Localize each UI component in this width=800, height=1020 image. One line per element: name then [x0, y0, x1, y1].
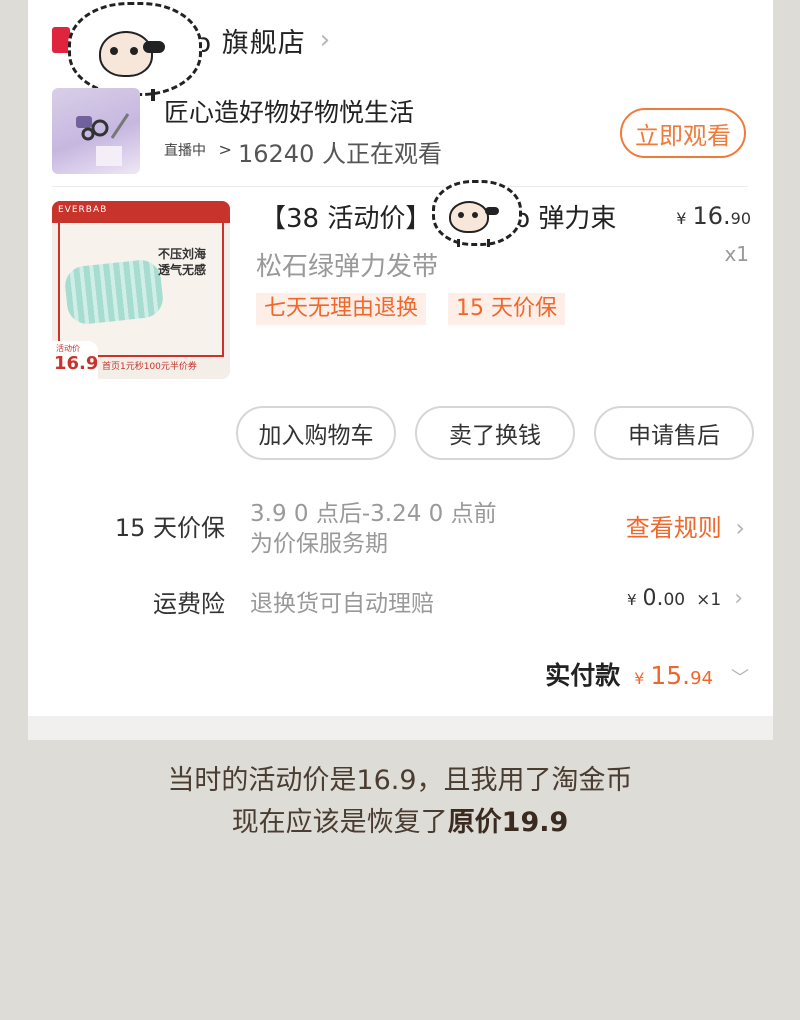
divider [52, 186, 748, 187]
product-image-brand: EVERBAB [58, 205, 108, 215]
product-quantity: x1 [724, 242, 749, 266]
caption-line-2-plain: 现在应该是恢复了 [231, 807, 448, 838]
sheep-ear [485, 207, 499, 215]
after-sales-button[interactable]: 申请售后 [594, 406, 754, 460]
live-status-text: 直播中 [164, 143, 206, 159]
product-title-text: 【38 活动价】 [260, 204, 432, 234]
price-protect-label: 15 天价保 [114, 514, 225, 542]
live-viewer-count: 16240 人正在观看 [238, 140, 442, 168]
chevron-right-icon: › [734, 586, 743, 611]
caption-line-2: 现在应该是恢复了原价19.9 [0, 800, 800, 839]
product-image-banner: EVERBAB [52, 201, 230, 223]
price-int: 16. [692, 202, 731, 230]
chevron-down-icon: ﹀ [731, 668, 749, 689]
live-status-tag: 直播中 > [164, 140, 232, 160]
product-slogan-1: 不压刘海 [158, 247, 207, 261]
total-paid-label: 实付款 [545, 661, 621, 690]
tag-seven-day-return: 七天无理由退换 [256, 293, 427, 325]
insurance-qty: ×1 [696, 590, 722, 610]
caption-line-2-bold: 原价19.9 [447, 807, 569, 838]
shipping-insurance-price[interactable]: ¥0.00 ×1 › [627, 586, 743, 611]
total-symbol: ¥ [634, 669, 645, 688]
product-image[interactable]: EVERBAB 不压刘海 透气无感 活动价 16.9 首页1元秒100元半价券 [52, 201, 230, 379]
sheep-eye-left [110, 47, 118, 55]
sheep-face [449, 201, 489, 233]
view-rules-text: 查看规则 [625, 514, 722, 542]
price-dec: 00 [663, 590, 686, 610]
badge-price: 16.9 [54, 353, 99, 374]
shipping-insurance-label: 运费险 [153, 590, 225, 618]
live-title: 匠心造好物好物悦生活 [164, 98, 415, 127]
price-symbol: ¥ [676, 209, 687, 228]
price-protect-period-note: 为价保服务期 [250, 531, 388, 557]
total-dec: 94 [690, 668, 714, 689]
product-slogan-2: 透气无感 [158, 263, 207, 277]
chevron-right-icon: > [218, 140, 232, 159]
store-name: b 旗舰店 [194, 27, 306, 59]
card-footer-strip [28, 716, 773, 740]
live-thumbnail[interactable] [52, 88, 140, 174]
order-card: b 旗舰店 › 匠心造好物好物悦生活 直播中 > 16240 人正在观看 立即观… [28, 0, 773, 740]
sheep-leg [151, 89, 155, 101]
view-rules-link[interactable]: 查看规则 › [626, 508, 745, 543]
product-variant: 松石绿弹力发带 [256, 252, 439, 282]
price-symbol: ¥ [626, 591, 637, 609]
price-protect-period: 3.9 0 点后-3.24 0 点前 [250, 501, 497, 527]
caption-line-1: 当时的活动价是16.9，且我用了淘金币 [167, 765, 633, 796]
sheep-face [99, 31, 153, 77]
chevron-right-icon: › [735, 514, 745, 542]
sheep-leg [457, 239, 460, 247]
product-price-badge: 活动价 16.9 [52, 341, 98, 379]
shipping-insurance-desc: 退换货可自动理赔 [250, 591, 434, 617]
add-to-cart-button[interactable]: 加入购物车 [236, 406, 396, 460]
product-headband [63, 258, 165, 326]
sheep-sticker-icon [68, 2, 202, 101]
sheep-leg [487, 239, 490, 247]
live-thumbnail-image [76, 113, 130, 166]
total-paid-row[interactable]: 实付款 ¥15.94 ﹀ [545, 656, 749, 692]
sheep-ear [143, 41, 165, 53]
sheep-sticker-icon [432, 180, 522, 247]
total-int: 15. [650, 661, 691, 690]
coupon-strip: 首页1元秒100元半价券 [102, 362, 197, 372]
product-title-tail: b 弹力束 [513, 204, 617, 234]
sheep-eye-right [472, 212, 478, 218]
price-int: 0. [642, 586, 664, 611]
product-price: ¥16.90 [676, 202, 751, 230]
tag-price-protect: 15 天价保 [448, 293, 565, 325]
price-dec: 90 [730, 209, 751, 228]
sheep-eye-left [458, 212, 464, 218]
chevron-right-icon: › [319, 25, 331, 55]
resell-button[interactable]: 卖了换钱 [415, 406, 575, 460]
sheep-eye-right [130, 47, 138, 55]
watch-now-button[interactable]: 立即观看 [620, 108, 746, 158]
